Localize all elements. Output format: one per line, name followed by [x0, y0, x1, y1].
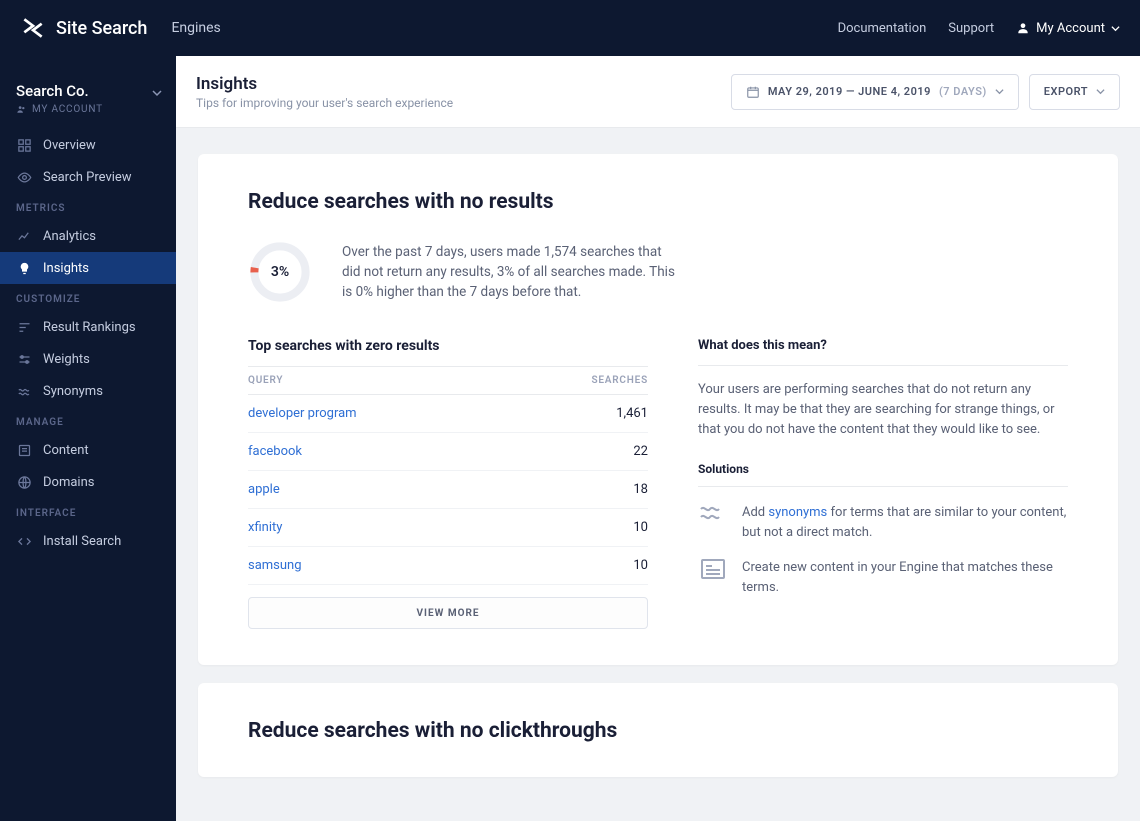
brand-name: Site Search — [56, 18, 147, 39]
search-count: 1,461 — [568, 406, 648, 421]
solution-synonyms: Add synonyms for terms that are similar … — [698, 503, 1068, 542]
main-content: Insights Tips for improving your user's … — [176, 56, 1140, 821]
eye-icon — [16, 169, 32, 185]
topbar: Site Search Engines Documentation Suppor… — [0, 0, 1140, 56]
solutions-title: Solutions — [698, 462, 1068, 487]
wave-icon — [16, 383, 32, 399]
table-row: developer program1,461 — [248, 395, 648, 433]
sidebar-item-label: Result Rankings — [43, 320, 136, 335]
col-query: QUERY — [248, 375, 568, 386]
doc-icon — [16, 442, 32, 458]
sidebar-item-overview[interactable]: Overview — [0, 129, 176, 161]
search-count: 22 — [568, 444, 648, 459]
view-more-button[interactable]: VIEW MORE — [248, 597, 648, 629]
sidebar-item-label: Synonyms — [43, 384, 103, 399]
nav-my-account[interactable]: My Account — [1016, 21, 1120, 36]
card-title: Reduce searches with no clickthroughs — [248, 719, 1068, 743]
sidebar-item-label: Search Preview — [43, 170, 132, 185]
sidebar-item-analytics[interactable]: Analytics — [0, 220, 176, 252]
sidebar-heading: MANAGE — [0, 407, 176, 434]
bulb-icon — [16, 260, 32, 276]
nav-documentation[interactable]: Documentation — [838, 21, 927, 36]
wave-icon — [698, 503, 728, 525]
sidebar-item-domains[interactable]: Domains — [0, 466, 176, 498]
sidebar-item-synonyms[interactable]: Synonyms — [0, 375, 176, 407]
nav-engines[interactable]: Engines — [171, 20, 220, 36]
sidebar-heading: METRICS — [0, 193, 176, 220]
brand-icon — [20, 15, 46, 41]
card-title: Reduce searches with no results — [248, 190, 1068, 214]
help-title: What does this mean? — [698, 338, 1068, 366]
search-count: 10 — [568, 520, 648, 535]
sidebar-heading: CUSTOMIZE — [0, 284, 176, 311]
page-subtitle: Tips for improving your user's search ex… — [196, 96, 453, 110]
sidebar-item-label: Domains — [43, 475, 94, 490]
query-link[interactable]: samsung — [248, 558, 568, 573]
nav-support[interactable]: Support — [948, 21, 994, 36]
card-no-clickthroughs: Reduce searches with no clickthroughs — [198, 683, 1118, 777]
solution-content: Create new content in your Engine that m… — [698, 558, 1068, 597]
query-link[interactable]: developer program — [248, 406, 568, 421]
table-header: QUERY SEARCHES — [248, 366, 648, 395]
search-count: 18 — [568, 482, 648, 497]
table-row: xfinity10 — [248, 509, 648, 547]
export-button[interactable]: EXPORT — [1029, 74, 1120, 110]
date-range-picker[interactable]: MAY 29, 2019 — JUNE 4, 2019 (7 DAYS) — [731, 74, 1019, 110]
users-icon — [16, 104, 27, 115]
user-icon — [1016, 21, 1030, 35]
synonyms-link[interactable]: synonyms — [768, 505, 827, 520]
code-icon — [16, 533, 32, 549]
brand-logo[interactable]: Site Search — [20, 15, 147, 41]
page-title: Insights — [196, 74, 453, 94]
donut-value: 3% — [248, 240, 312, 304]
sidebar-item-label: Analytics — [43, 229, 96, 244]
sidebar-item-label: Content — [43, 443, 89, 458]
engine-selector[interactable]: Search Co. MY ACCOUNT — [0, 68, 176, 129]
solution-text: Create new content in your Engine that m… — [742, 558, 1068, 597]
sidebar-item-label: Weights — [43, 352, 90, 367]
engine-sub: MY ACCOUNT — [16, 104, 160, 115]
sidebar-item-label: Insights — [43, 261, 89, 276]
sidebar-heading: INTERFACE — [0, 498, 176, 525]
query-link[interactable]: facebook — [248, 444, 568, 459]
col-searches: SEARCHES — [568, 375, 648, 386]
table-row: facebook22 — [248, 433, 648, 471]
sidebar: Search Co. MY ACCOUNT Overview Search Pre… — [0, 56, 176, 821]
sliders-icon — [16, 351, 32, 367]
query-link[interactable]: xfinity — [248, 520, 568, 535]
chevron-down-icon — [995, 87, 1004, 96]
page-header: Insights Tips for improving your user's … — [176, 56, 1140, 128]
sidebar-item-weights[interactable]: Weights — [0, 343, 176, 375]
sidebar-item-install-search[interactable]: Install Search — [0, 525, 176, 557]
chevron-down-icon — [152, 86, 162, 102]
search-count: 10 — [568, 558, 648, 573]
sidebar-item-label: Overview — [43, 138, 96, 153]
sidebar-item-label: Install Search — [43, 534, 121, 549]
summary-text: Over the past 7 days, users made 1,574 s… — [342, 242, 682, 303]
grid-icon — [16, 137, 32, 153]
sidebar-item-insights[interactable]: Insights — [0, 252, 176, 284]
sidebar-item-content[interactable]: Content — [0, 434, 176, 466]
query-link[interactable]: apple — [248, 482, 568, 497]
donut-chart: 3% — [248, 240, 312, 304]
card-no-results: Reduce searches with no results 3% Over … — [198, 154, 1118, 665]
top-searches-title: Top searches with zero results — [248, 338, 648, 366]
chevron-down-icon — [1096, 87, 1105, 96]
document-icon — [698, 558, 728, 580]
globe-icon — [16, 474, 32, 490]
table-row: apple18 — [248, 471, 648, 509]
help-text: Your users are performing searches that … — [698, 380, 1068, 440]
calendar-icon — [746, 85, 760, 99]
table-row: samsung10 — [248, 547, 648, 585]
sidebar-item-result-rankings[interactable]: Result Rankings — [0, 311, 176, 343]
engine-name: Search Co. — [16, 82, 160, 100]
sidebar-item-search-preview[interactable]: Search Preview — [0, 161, 176, 193]
chart-icon — [16, 228, 32, 244]
solution-text: Add synonyms for terms that are similar … — [742, 503, 1068, 542]
rank-icon — [16, 319, 32, 335]
chevron-down-icon — [1111, 24, 1120, 33]
